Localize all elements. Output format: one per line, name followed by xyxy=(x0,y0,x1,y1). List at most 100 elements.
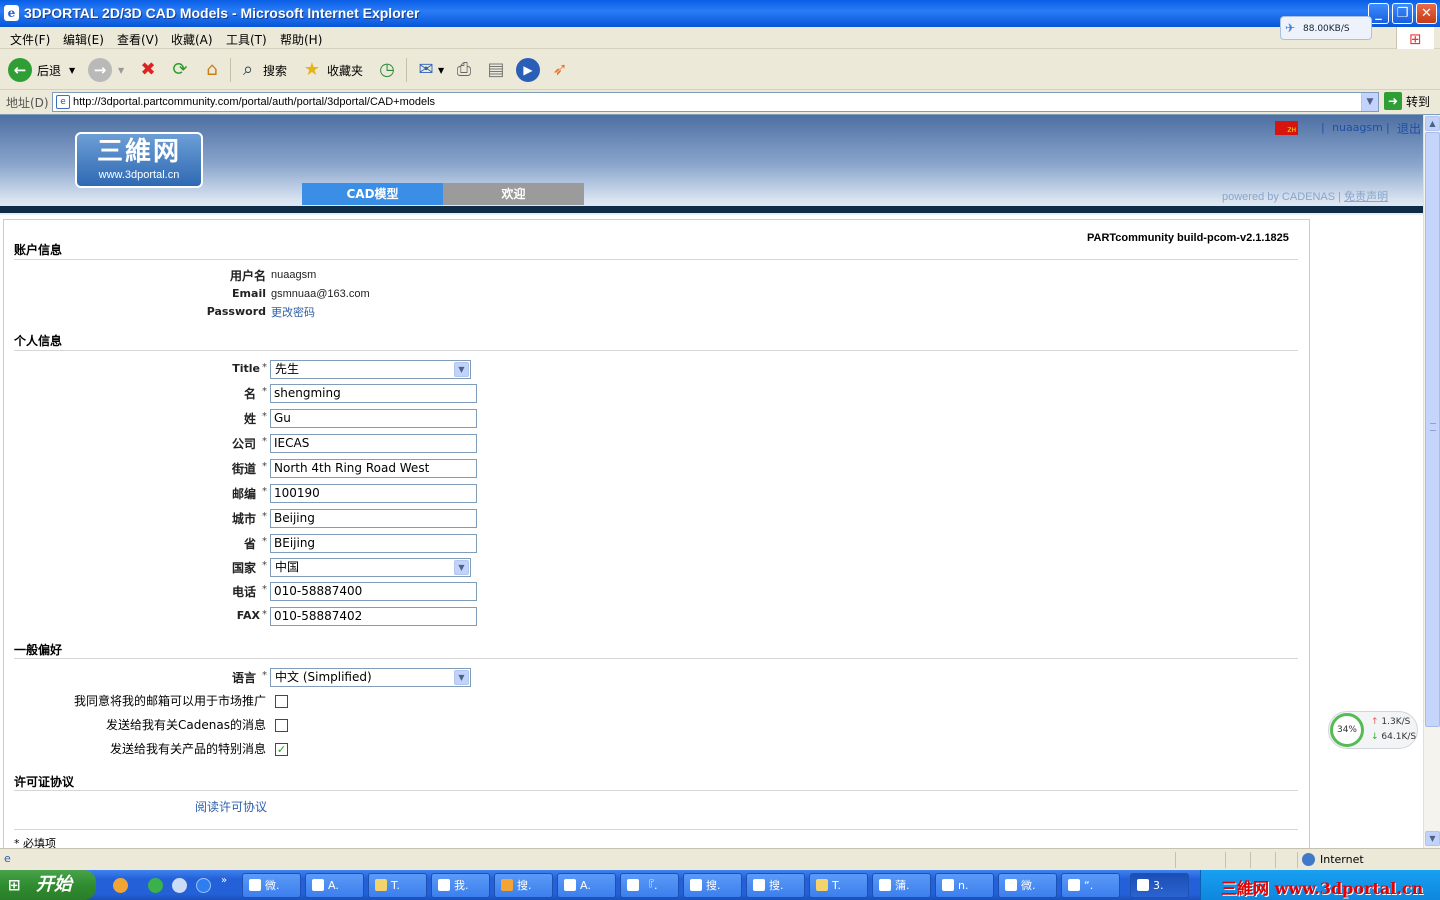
net-up-value: 1.3K/S xyxy=(1381,717,1411,727)
menu-bar: 文件(F) 编辑(E) 查看(V) 收藏(A) 工具(T) 帮助(H) ⊞ xyxy=(0,27,1440,49)
title-select[interactable]: 先生 ▼ xyxy=(270,360,471,379)
stop-button[interactable]: ✖ xyxy=(136,56,160,84)
go-button[interactable]: ➜ 转到 xyxy=(1384,92,1430,110)
tab-cad-models[interactable]: CAD模型 xyxy=(302,183,443,205)
marketing-consent-checkbox[interactable] xyxy=(275,695,288,708)
city-label: 城市 xyxy=(231,512,256,526)
edit-button[interactable]: ▤ xyxy=(484,56,508,84)
search-button[interactable]: ⌕ 搜索 xyxy=(236,56,287,84)
build-version: PARTcommunity build-pcom-v2.1.1825 xyxy=(1087,232,1289,244)
taskbar-item[interactable]: 『. xyxy=(620,873,679,898)
menu-view[interactable]: 查看(V) xyxy=(117,31,159,48)
change-password-link[interactable]: 更改密码 xyxy=(271,304,315,320)
city-input[interactable]: Beijing xyxy=(270,509,477,528)
section-license-title: 许可证协议 xyxy=(14,775,75,789)
first-name-label: 名 xyxy=(243,387,256,401)
logout-link[interactable]: 退出 xyxy=(1397,120,1421,137)
powered-text: powered by CADENAS xyxy=(1222,191,1336,203)
address-bar: 地址(D) e http://3dportal.partcommunity.co… xyxy=(0,91,1440,113)
special-offers-checkbox[interactable]: ✓ xyxy=(275,743,288,756)
phone-input[interactable]: 010-58887400 xyxy=(270,582,477,601)
last-name-input[interactable]: Gu xyxy=(270,409,477,428)
zip-input[interactable]: 100190 xyxy=(270,484,477,503)
quicklaunch-icon[interactable] xyxy=(148,878,163,893)
refresh-button[interactable]: ⟳ xyxy=(168,56,192,84)
password-label: Password xyxy=(206,305,266,318)
taskbar-item-active[interactable]: 3. xyxy=(1130,873,1189,898)
taskbar-item[interactable]: 我. xyxy=(431,873,490,898)
taskbar-item[interactable]: A. xyxy=(305,873,364,898)
street-input[interactable]: North 4th Ring Road West xyxy=(270,459,477,478)
language-select[interactable]: 中文 (Simplified) ▼ xyxy=(270,668,471,687)
ie-quicklaunch-icon[interactable] xyxy=(196,878,211,893)
language-select-value: 中文 (Simplified) xyxy=(275,670,372,684)
taskbar-item[interactable]: 搜. xyxy=(683,873,742,898)
messenger-button[interactable]: ▶ xyxy=(516,56,540,84)
chevron-down-icon: ▼ xyxy=(454,362,469,377)
taskbar-item[interactable]: T. xyxy=(809,873,868,898)
taskbar-item[interactable]: 蒲. xyxy=(872,873,931,898)
first-name-input[interactable]: shengming xyxy=(270,384,477,403)
address-input[interactable]: e http://3dportal.partcommunity.com/port… xyxy=(52,92,1379,112)
back-arrow-icon: ← xyxy=(8,58,32,82)
globe-icon xyxy=(1302,853,1315,866)
mail-button[interactable]: ✉ ▼ xyxy=(414,56,444,84)
fax-input[interactable]: 010-58887402 xyxy=(270,607,477,626)
read-license-link[interactable]: 阅读许可协议 xyxy=(195,798,267,815)
history-icon: ◷ xyxy=(379,59,395,80)
tab-welcome[interactable]: 欢迎 xyxy=(443,183,584,205)
menu-help[interactable]: 帮助(H) xyxy=(280,31,322,48)
company-input[interactable]: IECAS xyxy=(270,434,477,453)
security-zone: Internet xyxy=(1302,853,1364,866)
net-percent: 34% xyxy=(1330,713,1364,747)
quicklaunch-icon[interactable] xyxy=(172,878,187,893)
scroll-thumb[interactable] xyxy=(1425,132,1440,727)
china-flag-icon[interactable]: ZH xyxy=(1275,121,1298,135)
mail-icon: ✉ xyxy=(418,59,434,80)
taskbar-item[interactable]: T. xyxy=(368,873,427,898)
favorites-button[interactable]: ★ 收藏夹 xyxy=(300,56,363,84)
rocket-icon: ➶ xyxy=(552,59,568,80)
taskbar-item[interactable]: A. xyxy=(557,873,616,898)
site-watermark: 三維网 www.3dportal.cn xyxy=(1221,879,1424,898)
taskbar-item[interactable]: 微. xyxy=(242,873,301,898)
net-monitor-widget[interactable]: 34% ↑ 1.3K/S ↓ 64.1K/S xyxy=(1328,711,1418,749)
scroll-up-icon[interactable]: ▲ xyxy=(1425,116,1440,131)
taskbar-item[interactable]: n. xyxy=(935,873,994,898)
site-logo[interactable]: 三維网 www.3dportal.cn xyxy=(75,132,203,188)
history-button[interactable]: ◷ xyxy=(375,56,399,84)
special-offers-label: 发送给我有关产品的特别消息 xyxy=(109,742,266,756)
addon-button[interactable]: ➶ xyxy=(548,56,572,84)
back-label: 后退 xyxy=(37,63,62,78)
menu-favorites[interactable]: 收藏(A) xyxy=(171,31,213,48)
menu-edit[interactable]: 编辑(E) xyxy=(63,31,104,48)
menu-tools[interactable]: 工具(T) xyxy=(226,31,267,48)
start-label: 开始 xyxy=(36,874,72,895)
province-input[interactable]: BEijing xyxy=(270,534,477,553)
user-link[interactable]: nuaagsm xyxy=(1332,121,1383,134)
cadenas-news-checkbox[interactable] xyxy=(275,719,288,732)
country-select[interactable]: 中国 ▼ xyxy=(270,558,471,577)
quicklaunch-icon[interactable] xyxy=(113,878,128,893)
taskbar: ⊞ 开始 » 微. A. T. 我. 搜. A. 『. 搜. 搜. T. 蒲. … xyxy=(0,870,1440,900)
street-label: 街道 xyxy=(231,462,256,476)
maximize-button[interactable]: ❐ xyxy=(1392,3,1413,24)
chevron-down-icon[interactable]: ▼ xyxy=(1361,93,1378,111)
close-button[interactable]: ✕ xyxy=(1416,3,1437,24)
back-button[interactable]: ← 后退 ▼ xyxy=(8,56,75,84)
taskbar-item[interactable]: 微. xyxy=(998,873,1057,898)
home-button[interactable]: ⌂ xyxy=(200,56,224,84)
forward-button[interactable]: → ▼ xyxy=(88,56,124,84)
start-button[interactable]: ⊞ 开始 xyxy=(0,870,96,900)
menu-file[interactable]: 文件(F) xyxy=(10,31,50,48)
taskbar-item[interactable]: 搜. xyxy=(746,873,805,898)
disclaimer-link[interactable]: 免责声明 xyxy=(1344,191,1388,203)
taskbar-item[interactable]: “. xyxy=(1061,873,1120,898)
taskbar-item[interactable]: 搜. xyxy=(494,873,553,898)
scroll-down-icon[interactable]: ▼ xyxy=(1425,831,1440,846)
print-button[interactable]: ⎙ xyxy=(452,56,476,84)
vertical-scrollbar[interactable]: ▲ ▼ xyxy=(1423,115,1440,848)
zone-label: Internet xyxy=(1320,853,1364,866)
section-account-title: 账户信息 xyxy=(14,243,63,257)
language-label: 语言 xyxy=(231,671,256,685)
